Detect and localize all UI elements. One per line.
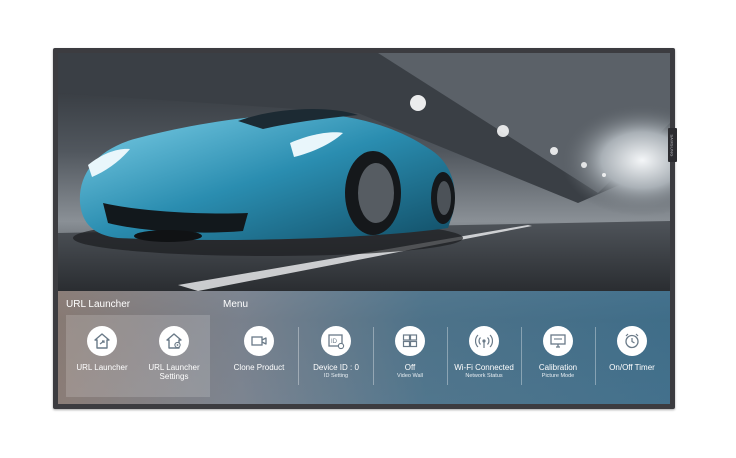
clock-icon: [617, 326, 647, 356]
brand-logo: SAMSUNG: [668, 128, 677, 162]
tile-label: Off: [404, 363, 416, 372]
device-id-tile[interactable]: ID Device ID : 0 ID Setting: [300, 315, 372, 397]
tile-divider: [298, 327, 299, 385]
picture-mode-tile[interactable]: Calibration Picture Mode: [522, 315, 594, 397]
clone-product-tile[interactable]: Clone Product: [223, 315, 295, 397]
brand-logo-text: SAMSUNG: [670, 133, 676, 157]
tile-sublabel: ID Setting: [323, 373, 349, 379]
url-launcher-icon: [87, 326, 117, 356]
tile-label: On/Off Timer: [609, 363, 655, 372]
tile-sublabel: Picture Mode: [541, 373, 575, 379]
tile-label: URL Launcher Settings: [148, 363, 200, 381]
tile-sublabel: Video Wall: [397, 373, 423, 379]
clone-product-icon: [244, 326, 274, 356]
video-wall-icon: [395, 326, 425, 356]
display-screen: URL Launcher Menu URL Launcher URL Launc…: [58, 53, 670, 404]
tile-label: Device ID : 0: [313, 363, 359, 372]
tile-label: Clone Product: [233, 363, 285, 372]
display-monitor: URL Launcher Menu URL Launcher URL Launc…: [53, 48, 675, 409]
network-icon: [469, 326, 499, 356]
id-setting-icon: ID: [321, 326, 351, 356]
video-wall-tile[interactable]: Off Video Wall: [374, 315, 446, 397]
url-launcher-tile[interactable]: URL Launcher: [66, 315, 138, 397]
on-off-timer-tile[interactable]: On/Off Timer: [596, 315, 668, 397]
home-settings-icon: [159, 326, 189, 356]
menu-section-label: Menu: [223, 299, 249, 310]
url-launcher-settings-tile[interactable]: URL Launcher Settings: [138, 315, 210, 397]
url-launcher-section-label: URL Launcher: [66, 299, 131, 310]
svg-text:ID: ID: [331, 339, 338, 345]
tile-sublabel: Network Status: [465, 373, 503, 379]
tile-label: Wi-Fi Connected: [454, 363, 514, 372]
network-status-tile[interactable]: Wi-Fi Connected Network Status: [448, 315, 520, 397]
tile-label: Calibration: [538, 363, 578, 372]
picture-mode-icon: [543, 326, 573, 356]
menu-panel: URL Launcher Menu URL Launcher URL Launc…: [58, 291, 670, 404]
tile-label: URL Launcher: [76, 363, 128, 372]
